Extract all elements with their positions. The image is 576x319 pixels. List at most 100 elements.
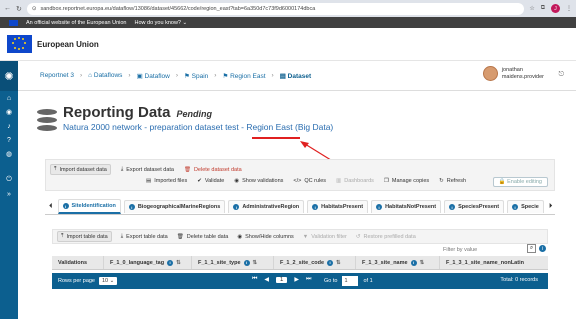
validate-button[interactable]: ✔ Validate	[197, 178, 224, 184]
page-title: Reporting Data Pending	[63, 104, 213, 121]
home-icon[interactable]: ⌂	[0, 91, 18, 105]
show-hide-columns-button[interactable]: ◉ Show/Hide columns	[237, 234, 293, 240]
info-icon[interactable]: i	[233, 204, 240, 210]
logout-icon[interactable]: ⏻	[0, 173, 18, 187]
left-sidebar: ✺ ⌂ ◉ ♪ ? ◍ ⏻ »	[0, 61, 18, 319]
filter-by-value-label: Filter by value	[443, 247, 478, 253]
export-dataset-button[interactable]: ⤓ Export dataset data	[121, 164, 174, 175]
profile-avatar[interactable]: J	[551, 4, 560, 13]
refresh-icon: ↻	[439, 178, 444, 184]
database-icon	[37, 109, 57, 131]
column-header-site-code[interactable]: F_1_2_site_code i ⇅	[274, 256, 356, 269]
enable-editing-button[interactable]: 🔒 Enable editing	[492, 177, 548, 187]
current-page[interactable]: 1	[276, 276, 288, 283]
tabs-scroll-left-icon[interactable]: ⏴	[47, 203, 55, 211]
sort-icon[interactable]: ⇅	[253, 260, 258, 266]
import-dataset-button[interactable]: ⤒ Import dataset data	[50, 164, 111, 175]
refresh-button[interactable]: ↻ Refresh	[439, 178, 466, 184]
search-icon[interactable]: ⌕	[527, 244, 536, 253]
tab-species-present[interactable]: i SpeciesPresent	[444, 200, 505, 213]
prev-page-icon[interactable]: ◀	[264, 276, 269, 283]
info-icon[interactable]: i	[539, 245, 546, 252]
info-icon[interactable]: i	[449, 204, 456, 210]
breadcrumb-reportnet[interactable]: Reportnet 3	[40, 72, 74, 79]
validation-filter-button[interactable]: ▼ Validation filter	[303, 234, 347, 240]
delete-dataset-button[interactable]: 🗑 Delete dataset data	[184, 164, 242, 175]
imported-files-button[interactable]: ▤ Imported files	[146, 178, 187, 184]
breadcrumb-dataflows[interactable]: ⌂ Dataflows	[88, 72, 122, 79]
import-table-button[interactable]: ⤒ Import table data	[57, 231, 112, 242]
export-table-button[interactable]: ⤓ Export table data	[121, 233, 168, 240]
info-icon[interactable]: i	[512, 204, 519, 210]
how-do-you-know-link[interactable]: How do you know? ⌄	[135, 20, 188, 26]
menu-icon[interactable]: ⋮	[566, 5, 572, 12]
user-icon[interactable]: ◉	[0, 105, 18, 119]
browser-actions: ☆ ⧉ J ⋮	[529, 4, 572, 13]
star-icon[interactable]: ☆	[529, 5, 534, 12]
eye-icon: ◉	[234, 178, 240, 184]
next-page-icon[interactable]: ▶	[294, 276, 299, 283]
tab-species-partial[interactable]: i Specie	[507, 200, 544, 213]
user-menu[interactable]: jonathan maidens.provider	[482, 66, 544, 81]
info-icon[interactable]: i	[243, 259, 250, 266]
reload-icon[interactable]: ↻	[16, 5, 22, 13]
sort-icon[interactable]: ⇅	[176, 260, 181, 266]
column-header-site-name[interactable]: F_1_3_site_name i ⇅	[356, 256, 440, 269]
reportnet-logo-icon[interactable]: ✺	[0, 61, 18, 91]
breadcrumb-region-east[interactable]: ⚑ Region East	[222, 72, 265, 80]
chevron-right-icon: ›	[128, 72, 131, 79]
info-icon[interactable]: i	[128, 204, 135, 210]
help-icon[interactable]: ?	[0, 133, 18, 147]
go-to-input[interactable]: 1	[342, 276, 359, 286]
official-banner: An official website of the European Unio…	[0, 17, 576, 28]
first-page-icon[interactable]: ⏮	[252, 276, 257, 283]
sort-icon[interactable]: ⇅	[420, 260, 425, 266]
extension-icon[interactable]: ⧉	[541, 5, 545, 12]
last-page-icon[interactable]: ⏭	[306, 276, 311, 283]
eu-mini-flag-icon	[9, 19, 18, 26]
chevron-right-icon: ›	[79, 72, 83, 79]
info-icon[interactable]: i	[327, 259, 334, 266]
go-to-page: Go to 1 of 1	[324, 276, 373, 286]
column-header-validations[interactable]: Validations	[52, 256, 104, 269]
breadcrumb-dataflow[interactable]: ▣ Dataflow	[137, 72, 170, 80]
info-icon[interactable]: i	[167, 259, 174, 266]
tab-administrative-region[interactable]: i AdministrativeRegion	[228, 200, 305, 213]
qc-rules-button[interactable]: </> QC rules	[293, 178, 326, 184]
browser-nav: ← ↻	[4, 5, 22, 13]
filter-icon: ▼	[302, 233, 309, 240]
column-header-site-type[interactable]: F_1_1_site_type i ⇅	[192, 256, 274, 269]
avatar[interactable]	[482, 66, 498, 81]
info-icon[interactable]: i	[410, 259, 417, 266]
info-icon[interactable]: i	[376, 204, 383, 210]
back-icon[interactable]: ←	[4, 5, 11, 13]
notifications-icon[interactable]: ♪	[0, 119, 18, 133]
info-icon[interactable]: i	[62, 203, 69, 209]
sign-out-icon[interactable]: ⎋	[558, 71, 564, 79]
code-icon: </>	[293, 178, 302, 184]
tab-habitats-present[interactable]: i HabitatsPresent	[307, 200, 369, 213]
rows-per-page-select[interactable]: 10 ⌄	[99, 277, 118, 285]
column-header-language-tag[interactable]: F_1_0_language_tag i ⇅	[104, 256, 192, 269]
tab-biogeographical-marine-regions[interactable]: i BiogeographicalMarineRegions	[123, 200, 226, 213]
show-validations-button[interactable]: ◉ Show validations	[234, 178, 283, 184]
restore-prefilled-button[interactable]: ↺ Restore prefilled data	[356, 234, 416, 240]
address-bar[interactable]: ⊙ sandbox.reportnet.europa.eu/dataflow/1…	[26, 2, 525, 15]
manage-copies-button[interactable]: ❐ Manage copies	[384, 178, 429, 184]
delete-table-button[interactable]: 🗑 Delete table data	[177, 234, 229, 240]
tab-habitats-not-present[interactable]: i HabitatsNotPresent	[371, 200, 442, 213]
messages-icon[interactable]: ◍	[0, 147, 18, 161]
eu-header: European Union	[0, 28, 576, 61]
info-icon[interactable]: i	[312, 204, 319, 210]
column-header-site-name-nonlatin[interactable]: F_1_3_1_site_name_nonLatin	[440, 256, 548, 269]
expand-icon[interactable]: »	[0, 187, 18, 201]
breadcrumb-spain[interactable]: ⚑ Spain	[184, 72, 208, 80]
site-info-icon[interactable]: ⊙	[32, 6, 37, 12]
tab-site-identification[interactable]: i SiteIdentification	[57, 199, 121, 214]
dashboards-button[interactable]: ▥ Dashboards	[336, 178, 374, 184]
sort-icon[interactable]: ⇅	[336, 260, 341, 266]
status-badge: Pending	[176, 109, 213, 119]
go-to-label: Go to	[324, 278, 338, 284]
dataset-toolbar: ⤒ Import dataset data ⤓ Export dataset dat…	[45, 159, 555, 191]
tabs-scroll-right-icon[interactable]: ⏵	[547, 203, 555, 211]
